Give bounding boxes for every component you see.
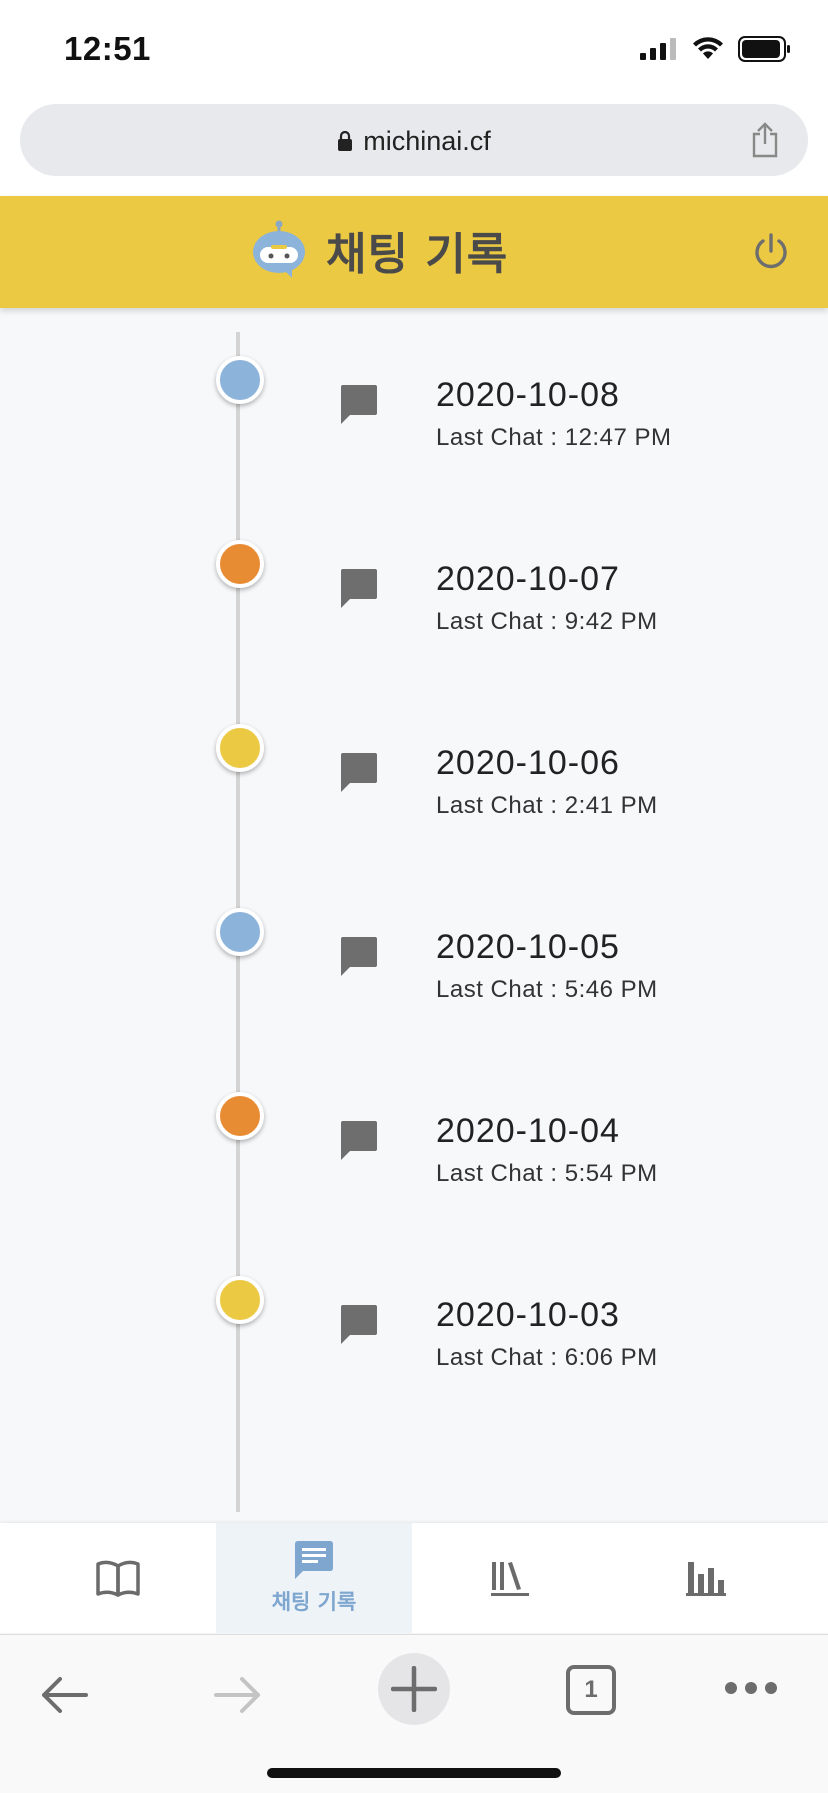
url-display: michinai.cf bbox=[20, 126, 808, 157]
tab-count-button[interactable]: 1 bbox=[566, 1665, 616, 1715]
chat-bubble-icon bbox=[341, 1121, 377, 1160]
lock-icon bbox=[338, 130, 353, 151]
last-chat-time: Last Chat : 5:46 PM bbox=[436, 976, 658, 1003]
chat-date: 2020-10-06 bbox=[436, 744, 620, 782]
timeline-dot bbox=[216, 540, 264, 588]
chat-icon bbox=[295, 1541, 333, 1579]
chat-date: 2020-10-04 bbox=[436, 1112, 620, 1150]
share-icon[interactable] bbox=[750, 122, 780, 158]
chat-bubble-icon bbox=[341, 753, 377, 792]
timeline-item[interactable]: 2020-10-06 Last Chat : 2:41 PM bbox=[0, 724, 828, 932]
chat-bubble-icon bbox=[341, 937, 377, 976]
nav-item-book[interactable] bbox=[20, 1523, 216, 1633]
status-bar: 12:51 bbox=[0, 0, 828, 96]
status-icons bbox=[640, 36, 792, 62]
more-options-icon[interactable] bbox=[724, 1681, 778, 1695]
back-arrow-icon[interactable] bbox=[38, 1675, 90, 1715]
timeline-dot bbox=[216, 1092, 264, 1140]
timeline-dot bbox=[216, 356, 264, 404]
url-text: michinai.cf bbox=[363, 126, 491, 156]
last-chat-time: Last Chat : 6:06 PM bbox=[436, 1344, 658, 1371]
nav-item-stats[interactable] bbox=[608, 1523, 804, 1633]
timeline-dot bbox=[216, 908, 264, 956]
header-title-group: 채팅 기록 bbox=[250, 218, 508, 282]
status-time: 12:51 bbox=[64, 30, 151, 67]
timeline-item[interactable]: 2020-10-03 Last Chat : 6:06 PM bbox=[0, 1276, 828, 1484]
nav-label-chat-history: 채팅 기록 bbox=[271, 1590, 357, 1614]
last-chat-time: Last Chat : 9:42 PM bbox=[436, 608, 658, 635]
timeline-item[interactable]: 2020-10-08 Last Chat : 12:47 PM bbox=[0, 356, 828, 564]
last-chat-time: Last Chat : 2:41 PM bbox=[436, 792, 658, 819]
chat-date: 2020-10-05 bbox=[436, 928, 620, 966]
chat-bubble-icon bbox=[341, 569, 377, 608]
timeline-dot bbox=[216, 1276, 264, 1324]
bar-chart-icon bbox=[686, 1562, 726, 1596]
new-tab-button[interactable] bbox=[378, 1653, 450, 1725]
robot-logo-icon bbox=[253, 220, 305, 278]
library-icon bbox=[491, 1562, 529, 1596]
chat-history-timeline: 2020-10-08 Last Chat : 12:47 PM 2020-10-07… bbox=[0, 308, 828, 1523]
timeline-dot bbox=[216, 724, 264, 772]
plus-icon bbox=[391, 1666, 437, 1712]
wifi-icon bbox=[693, 37, 723, 59]
nav-item-library[interactable] bbox=[412, 1523, 608, 1633]
chat-date: 2020-10-03 bbox=[436, 1296, 620, 1334]
signal-icon bbox=[640, 38, 676, 60]
forward-arrow-icon[interactable] bbox=[212, 1675, 264, 1715]
logout-power-icon[interactable] bbox=[752, 232, 790, 272]
last-chat-time: Last Chat : 12:47 PM bbox=[436, 424, 672, 451]
book-open-icon bbox=[96, 1560, 140, 1597]
chat-date: 2020-10-07 bbox=[436, 560, 620, 598]
timeline-item[interactable]: 2020-10-05 Last Chat : 5:46 PM bbox=[0, 908, 828, 1116]
last-chat-time: Last Chat : 5:54 PM bbox=[436, 1160, 658, 1187]
address-bar[interactable]: michinai.cf bbox=[20, 104, 808, 176]
page-title: 채팅 기록 bbox=[326, 229, 509, 280]
battery-icon bbox=[738, 36, 790, 62]
home-indicator bbox=[267, 1768, 561, 1778]
chat-bubble-icon bbox=[341, 1305, 377, 1344]
bottom-nav: 채팅 기록 bbox=[0, 1523, 828, 1633]
timeline-item[interactable]: 2020-10-04 Last Chat : 5:54 PM bbox=[0, 1092, 828, 1300]
timeline-item[interactable]: 2020-10-07 Last Chat : 9:42 PM bbox=[0, 540, 828, 748]
browser-url-area: michinai.cf bbox=[0, 96, 828, 196]
nav-item-chat-history[interactable]: 채팅 기록 bbox=[216, 1523, 412, 1633]
chat-bubble-icon bbox=[341, 385, 377, 424]
chat-date: 2020-10-08 bbox=[436, 376, 620, 414]
app-header: 채팅 기록 bbox=[0, 196, 828, 308]
